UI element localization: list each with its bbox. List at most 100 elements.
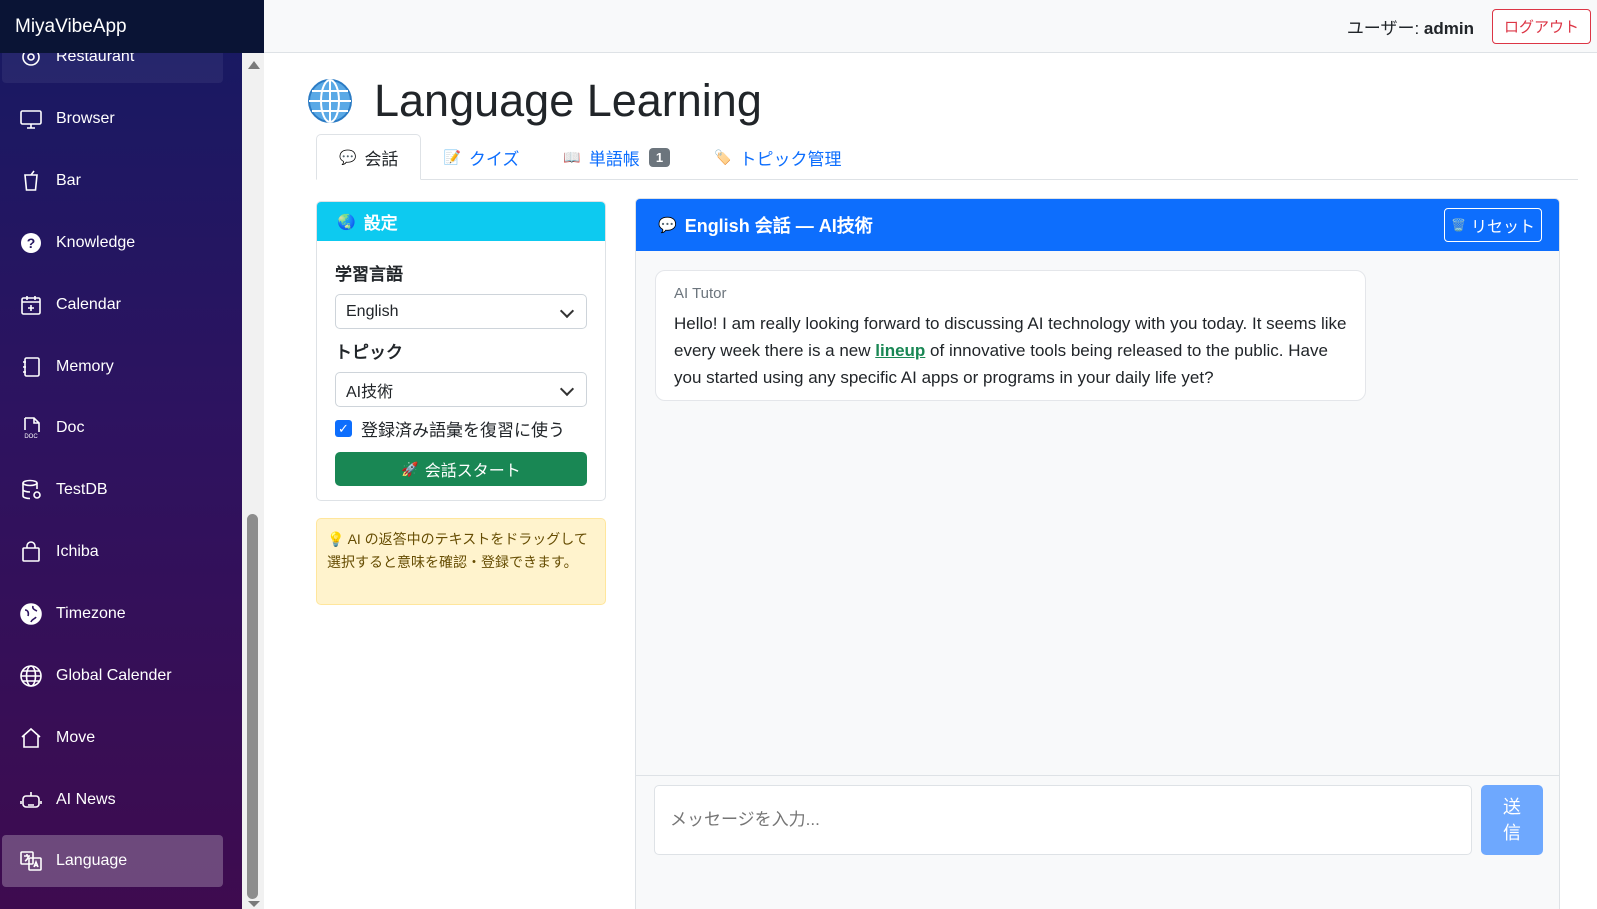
sidebar-item-label: Knowledge <box>56 234 136 251</box>
logout-button[interactable]: ログアウト <box>1491 8 1591 44</box>
hint-alert: 💡 AI の返答中のテキストをドラッグして選択すると意味を確認・登録できます。 <box>316 518 606 605</box>
tab-label: 会話 <box>364 149 399 169</box>
sidebar-item-ichiba[interactable]: Ichiba <box>2 526 223 578</box>
message-sender: AI Tutor <box>674 285 727 302</box>
sidebar-item-label: AI News <box>56 791 116 808</box>
sidebar-item-move[interactable]: Move <box>2 712 223 764</box>
topic-select-value: AI技術 <box>346 383 394 401</box>
send-button[interactable]: 送信 <box>1481 785 1543 855</box>
topic-select[interactable]: AI技術 <box>335 372 587 407</box>
translate-icon <box>18 848 44 874</box>
main-content: Language Learning 💬 会話 📝 クイズ 📖 単語帳 1 🏷️ … <box>264 53 1597 909</box>
globe-americas-icon <box>18 601 44 627</box>
tab-topic-management[interactable]: 🏷️ トピック管理 <box>692 134 863 180</box>
topic-label: トピック <box>335 343 403 362</box>
house-icon <box>18 725 44 751</box>
svg-text:?: ? <box>27 235 36 251</box>
start-conversation-label: 会話スタート <box>424 463 521 480</box>
sidebar-item-label: Bar <box>56 172 81 189</box>
settings-header: 🌏 設定 <box>317 202 605 241</box>
speech-bubble-icon: 💬 <box>658 217 677 234</box>
sidebar-item-calendar[interactable]: Calendar <box>2 279 223 331</box>
sidebar-item-testdb[interactable]: TestDB <box>2 464 223 516</box>
calendar-plus-icon <box>18 292 44 318</box>
label-tag-icon: 🏷️ <box>714 148 732 165</box>
sidebar-item-global-calender[interactable]: Global Calender <box>2 650 223 702</box>
sidebar-item-timezone[interactable]: Timezone <box>2 588 223 640</box>
highlighted-vocab-word[interactable]: lineup <box>875 341 925 360</box>
sidebar-item-knowledge[interactable]: ? Knowledge <box>2 217 223 269</box>
settings-card: 🌏 設定 学習言語 English トピック AI技術 ✓ 登録済み語彙を復習に… <box>316 201 606 501</box>
message-text[interactable]: Hello! I am really looking forward to di… <box>674 310 1347 391</box>
reset-button[interactable]: 🗑️ リセット <box>1444 208 1542 242</box>
monitor-icon <box>18 106 44 132</box>
settings-header-text: 設定 <box>363 214 398 233</box>
username: admin <box>1423 18 1474 38</box>
tab-label: トピック管理 <box>739 149 842 169</box>
doc-file-icon: DOC <box>18 415 44 441</box>
tab-bar: 💬 会話 📝 クイズ 📖 単語帳 1 🏷️ トピック管理 <box>316 134 1578 180</box>
sidebar-item-label: Memory <box>56 358 114 375</box>
sidebar-item-language[interactable]: Language <box>2 835 223 887</box>
sidebar-item-label: Timezone <box>56 605 126 622</box>
speech-bubble-icon: 💬 <box>339 148 357 165</box>
review-vocab-checkbox[interactable]: ✓ <box>335 420 352 437</box>
globe-icon <box>18 663 44 689</box>
scrollbar-thumb[interactable] <box>247 514 258 899</box>
trash-icon: 🗑️ <box>1451 218 1466 232</box>
page-title: Language Learning <box>306 75 762 127</box>
scroll-down-arrow-icon[interactable] <box>248 901 260 907</box>
chevron-down-icon <box>559 381 575 397</box>
chat-card: 💬 English 会話 — AI技術 🗑️ リセット AI Tutor Hel… <box>635 198 1560 909</box>
open-book-icon: 📖 <box>563 148 581 165</box>
ai-message-bubble[interactable]: AI Tutor Hello! I am really looking forw… <box>655 270 1366 401</box>
rocket-icon: 🚀 <box>401 460 419 477</box>
chat-header-title: English 会話 — AI技術 <box>684 216 873 236</box>
send-label: 送信 <box>1503 797 1521 843</box>
svg-text:DOC: DOC <box>24 434 38 440</box>
start-conversation-button[interactable]: 🚀 会話スタート <box>335 452 587 486</box>
sidebar-scrollbar[interactable] <box>242 53 264 909</box>
sidebar-item-label: Ichiba <box>56 543 99 560</box>
sidebar-item-memory[interactable]: Memory <box>2 341 223 393</box>
language-label: 学習言語 <box>335 265 403 284</box>
cup-icon <box>18 168 44 194</box>
journals-icon <box>18 354 44 380</box>
reset-label: リセット <box>1470 219 1535 236</box>
memo-icon: 📝 <box>443 148 461 165</box>
message-input[interactable] <box>654 785 1472 855</box>
sidebar-item-label: TestDB <box>56 481 108 498</box>
sidebar-item-bar[interactable]: Bar <box>2 155 223 207</box>
tab-conversation[interactable]: 💬 会話 <box>316 134 422 180</box>
sidebar-item-label: Doc <box>56 419 85 436</box>
chat-header: 💬 English 会話 — AI技術 🗑️ リセット <box>636 199 1559 251</box>
app-brand[interactable]: MiyaVibeApp <box>0 0 264 53</box>
review-vocab-label: 登録済み語彙を復習に使う <box>361 421 565 440</box>
sidebar-item-browser[interactable]: Browser <box>2 93 223 145</box>
globe-emoji-icon <box>308 79 352 123</box>
sidebar-item-label: Global Calender <box>56 667 172 684</box>
user-label: ユーザー: admin <box>1347 14 1474 39</box>
question-circle-icon: ? <box>18 230 44 256</box>
language-select[interactable]: English <box>335 294 587 329</box>
tab-label: クイズ <box>468 149 520 169</box>
sidebar-item-ai-news[interactable]: AI News <box>2 774 223 826</box>
tab-vocabulary[interactable]: 📖 単語帳 1 <box>541 134 692 180</box>
sidebar: Restaurant Browser Bar ? Knowledge Calen… <box>0 0 242 909</box>
sidebar-item-label: Move <box>56 729 96 746</box>
database-icon <box>18 477 44 503</box>
language-select-value: English <box>346 302 399 320</box>
review-vocab-option[interactable]: ✓ 登録済み語彙を復習に使う <box>335 416 565 441</box>
bag-icon <box>18 539 44 565</box>
sidebar-item-doc[interactable]: DOC Doc <box>2 402 223 454</box>
page-title-text: Language Learning <box>374 75 762 126</box>
vocab-count-badge: 1 <box>648 147 671 167</box>
brand-label: MiyaVibeApp <box>15 15 127 37</box>
tab-quiz[interactable]: 📝 クイズ <box>421 134 541 180</box>
sidebar-item-label: Browser <box>56 110 115 127</box>
chevron-down-icon <box>559 303 575 319</box>
chat-input-area: 送信 <box>636 775 1559 909</box>
globe-asia-icon: 🌏 <box>337 213 356 231</box>
user-prefix: ユーザー: <box>1346 18 1424 38</box>
scroll-up-arrow-icon[interactable] <box>248 61 260 69</box>
